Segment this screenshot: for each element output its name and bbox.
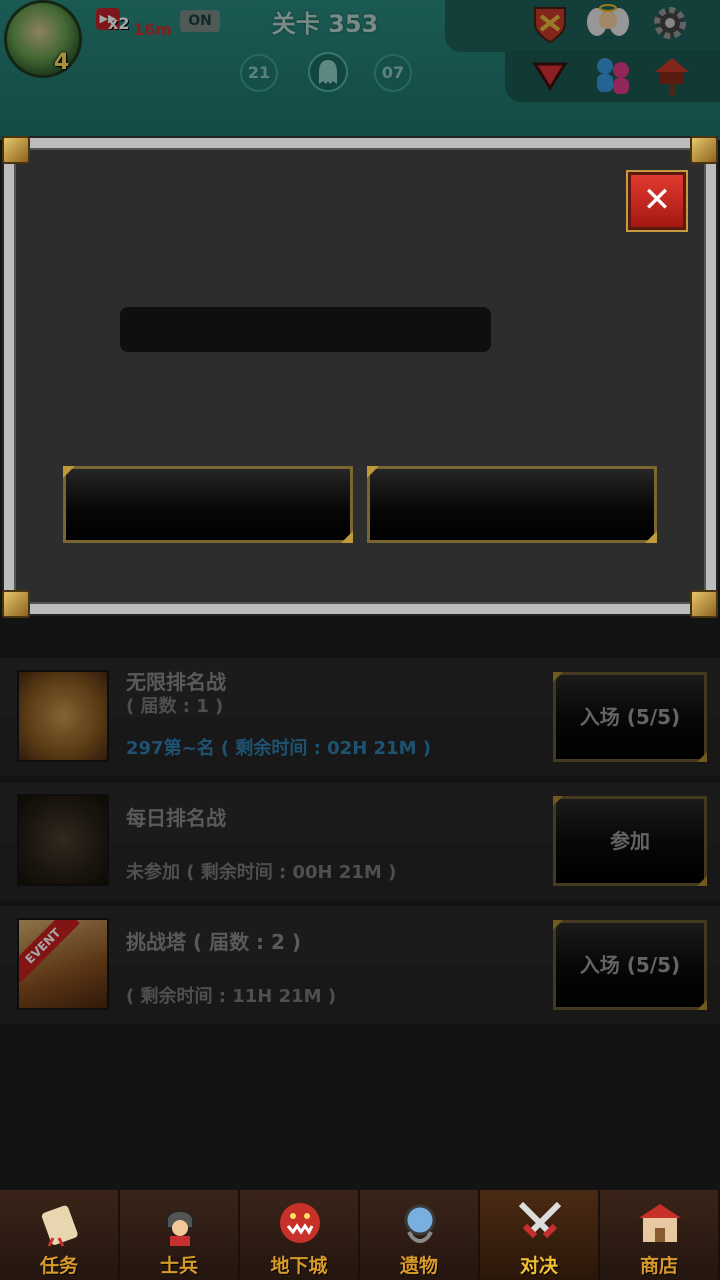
corner-ornament [690, 590, 718, 618]
relic-icon [395, 1198, 445, 1248]
close-button[interactable]: ✕ [628, 172, 686, 230]
nav-item-soldier[interactable]: 士兵 [120, 1190, 240, 1280]
bottom-navigation: 任务 士兵 地下城 遗物 对决 商店 [0, 1190, 720, 1280]
shop-icon [635, 1198, 685, 1248]
corner-ornament [690, 136, 718, 164]
nav-item-quest[interactable]: 任务 [0, 1190, 120, 1280]
nav-label: 对决 [519, 1255, 558, 1277]
scroll-icon [35, 1198, 85, 1248]
nav-item-relic[interactable]: 遗物 [360, 1190, 480, 1280]
dialog-cancel-button[interactable] [367, 466, 657, 543]
dungeon-icon [275, 1198, 325, 1248]
corner-ornament [2, 136, 30, 164]
nav-item-shop[interactable]: 商店 [600, 1190, 720, 1280]
nav-label: 任务 [39, 1255, 78, 1277]
dialog-text-input[interactable] [120, 307, 491, 352]
swords-icon [515, 1198, 565, 1248]
nav-label: 地下城 [270, 1255, 328, 1277]
nav-item-battle[interactable]: 对决 [480, 1190, 600, 1280]
soldier-icon [155, 1198, 205, 1248]
corner-ornament [2, 590, 30, 618]
dialog-confirm-button[interactable] [63, 466, 353, 543]
nav-label: 士兵 [159, 1255, 198, 1277]
nav-label: 遗物 [399, 1255, 438, 1277]
nav-item-dungeon[interactable]: 地下城 [240, 1190, 360, 1280]
nav-label: 商店 [639, 1255, 678, 1277]
